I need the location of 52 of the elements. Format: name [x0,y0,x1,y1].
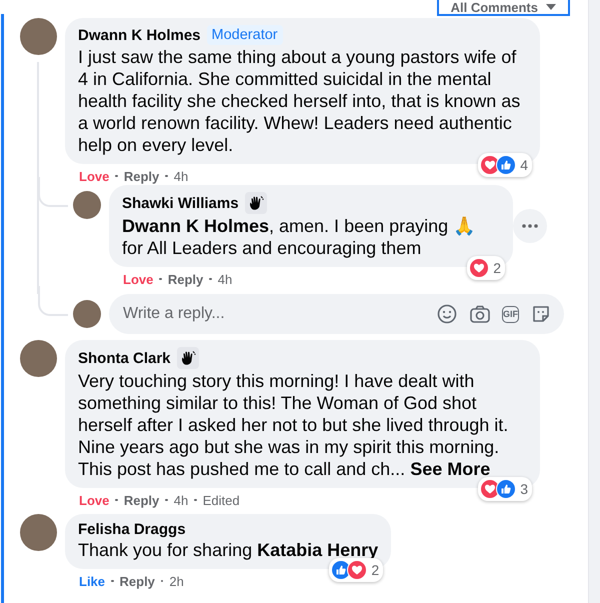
avatar[interactable] [20,514,57,551]
author-name[interactable]: Felisha Draggs [78,521,186,538]
camera-icon[interactable] [469,303,491,325]
react-link[interactable]: Like [79,574,106,588]
timestamp[interactable]: 4h [174,492,188,508]
reaction-summary[interactable]: 4 [478,153,532,177]
emoji-icon[interactable] [436,303,458,325]
separator-dot [160,580,164,582]
react-link[interactable]: Love [123,272,154,286]
reaction-summary[interactable]: 2 [467,256,505,280]
avatar[interactable] [20,340,57,377]
separator-dot [209,278,212,280]
timestamp[interactable]: 4h [174,168,188,184]
caret-icon [546,4,556,10]
react-link[interactable]: Love [79,492,110,508]
timestamp[interactable]: 4h [218,272,232,286]
reply-link[interactable]: Reply [120,574,155,588]
separator-dot [111,580,114,582]
comment-text: Thank you for sharing Katabia Henry [78,539,378,561]
reaction-summary[interactable]: 2 [329,558,384,582]
reply-link[interactable]: Reply [124,492,160,508]
avatar[interactable] [73,191,101,219]
comment-text: Dwann K Holmes, amen. I been praying 🙏 for All Leaders and encouraging them [122,215,476,259]
sort-dropdown[interactable]: All Comments [436,0,570,16]
separator-dot [159,278,162,280]
sticker-icon[interactable] [530,303,552,325]
hand-icon [244,192,267,214]
role-tag: Moderator [206,25,283,45]
author-name[interactable]: Shawki Williams [122,194,239,212]
separator-dot [115,498,118,502]
separator-dot [165,174,168,178]
timestamp[interactable]: 2h [169,574,184,588]
see-more-link[interactable]: See More [410,459,490,479]
separator-dot [115,174,118,178]
comment-text: I just saw the same thing about a young pastors wife of 4 in California. She committed suicidal in the mental health facility she checked herself into, that is known as a world renown facility. Whew! Leaders need authentic help on every level. [78,46,522,156]
gif-button[interactable]: GIF [502,306,519,322]
edited-label: Edited [202,492,240,508]
hand-icon [176,347,199,369]
author-name[interactable]: Shonta Clark [78,350,171,366]
comment-text: Very touching story this morning! I have dealt with something similar to this! The Woman of God shot herself after I asked her not to but she lived through it. Nine years ago but she was in my spirit this morning. This post has pushed me to call and ch... See More [78,370,510,480]
separator-dot [194,498,197,502]
reply-link[interactable]: Reply [168,272,204,286]
reaction-summary[interactable]: 3 [478,477,532,501]
author-name[interactable]: Dwann K Holmes [78,26,201,44]
react-link[interactable]: Love [79,168,110,184]
separator-dot [165,498,168,502]
reply-link[interactable]: Reply [124,168,160,184]
more-options-button[interactable] [513,209,547,243]
more-dots-icon [522,224,538,228]
avatar[interactable] [73,300,101,328]
avatar[interactable] [20,18,57,55]
reply-field[interactable]: Write a reply... GIF [109,294,564,334]
